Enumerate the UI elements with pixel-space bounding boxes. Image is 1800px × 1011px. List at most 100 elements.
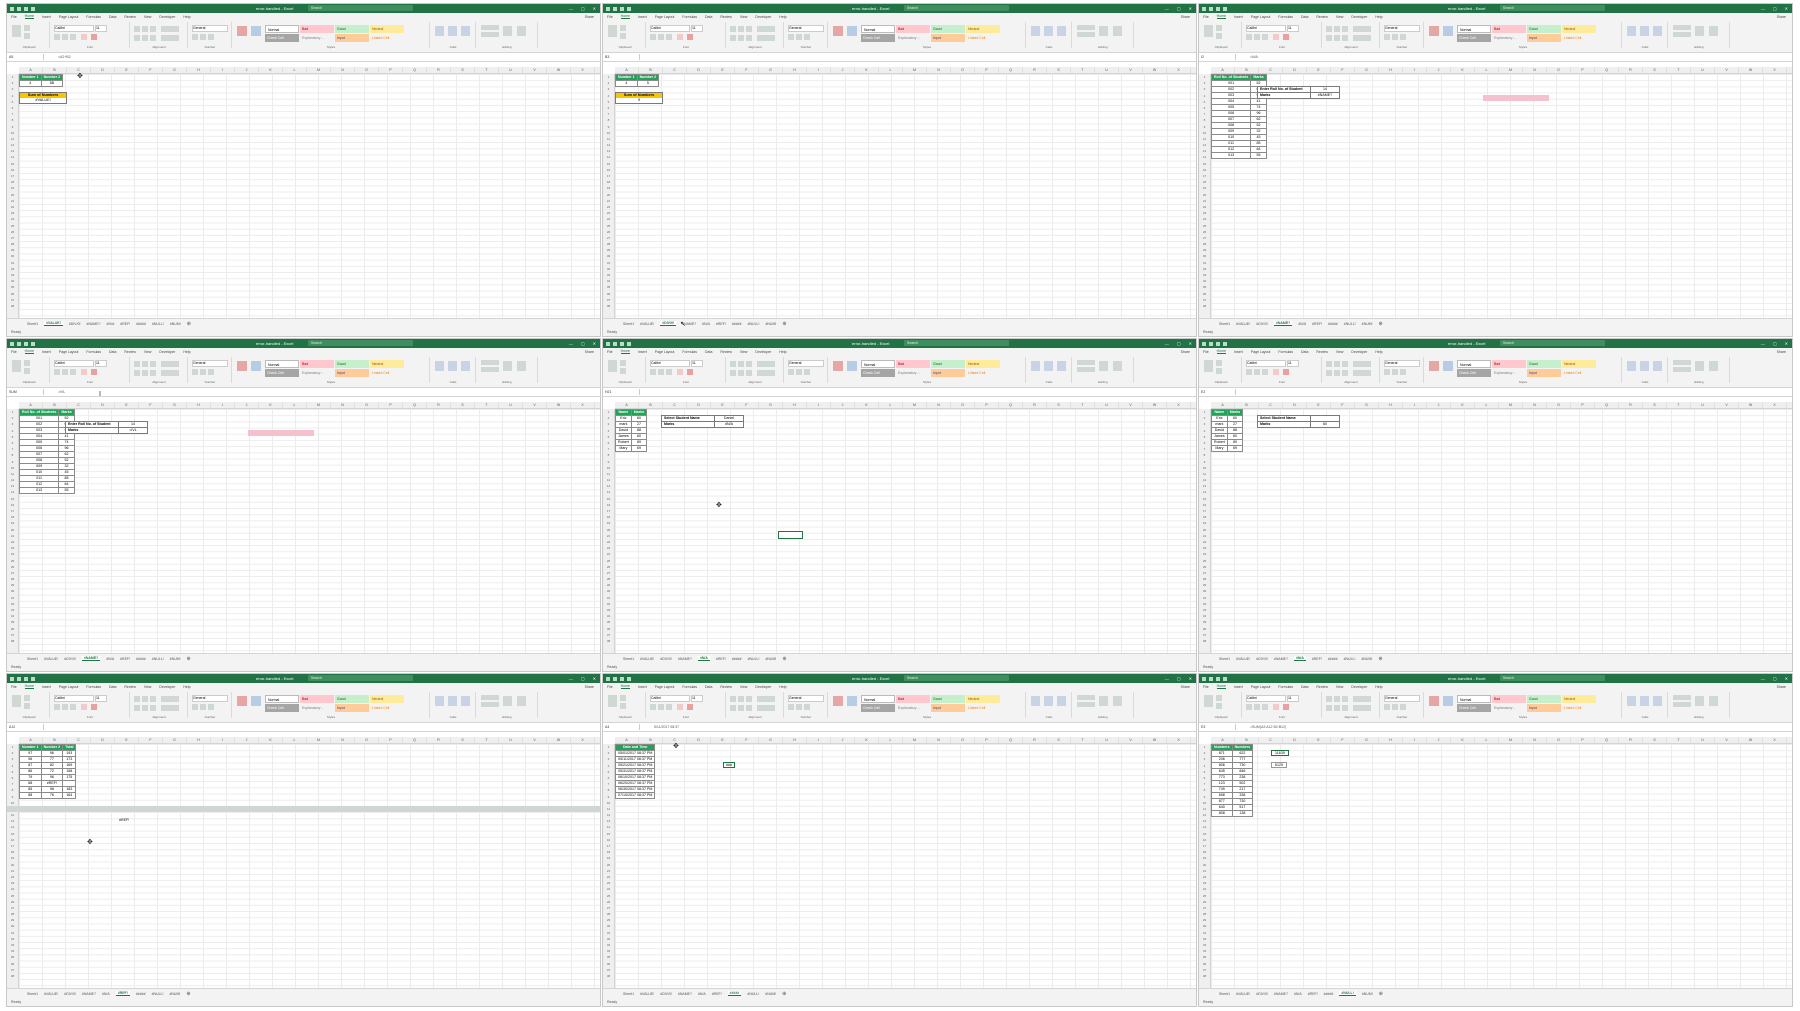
sheet-tab[interactable]: Sheet1 [27,992,38,996]
save-icon[interactable] [1209,676,1213,681]
column-letter[interactable]: M [903,67,927,73]
align-center-icon[interactable] [1334,705,1340,711]
row-number[interactable]: 38 [7,638,18,644]
sort-filter-icon[interactable] [1695,361,1704,371]
sheet-tab[interactable]: ##### [136,992,146,996]
wrap-text-icon[interactable] [1353,26,1371,32]
quick-access-toolbar[interactable] [1202,676,1227,681]
style-check-cell[interactable]: Check Cell [265,34,299,42]
autosum-icon[interactable] [481,360,499,365]
align-top-icon[interactable] [134,361,140,367]
percent-icon[interactable] [1392,704,1398,710]
conditional-formatting-icon[interactable] [1429,696,1439,706]
insert-cells-icon[interactable] [435,696,444,706]
align-bottom-icon[interactable] [746,26,752,32]
style-normal[interactable]: Normal [861,695,895,703]
cell-grid[interactable]: Numbers Numbers 871 622 206 777 806 730 645 846 77… [1211,744,1792,989]
style-bad[interactable]: Bad [300,360,334,368]
style-input[interactable]: Input [335,34,369,42]
column-letter[interactable]: G [759,67,783,73]
column-letter[interactable]: B [1235,67,1259,73]
tab-home[interactable]: Home [24,684,34,689]
style-explanatory[interactable]: Explanatory ... [896,34,930,42]
sheet-tab[interactable]: Sheet1 [27,322,38,326]
sheet-tab[interactable]: #REF! [712,992,722,996]
column-letter[interactable]: O [951,737,975,743]
cut-icon[interactable] [620,360,626,366]
paste-icon[interactable] [1204,360,1213,372]
align-right-icon[interactable] [746,370,752,376]
align-top-icon[interactable] [730,26,736,32]
fill-color-icon[interactable] [1273,704,1279,710]
table-cell[interactable]: 05/31/2017 08:37 PM [614,768,656,775]
font-size-select[interactable]: 11 [1287,360,1299,367]
comma-icon[interactable] [208,369,214,375]
table-cell[interactable]: 808 [1211,810,1233,817]
comma-icon[interactable] [208,34,214,40]
column-letter[interactable]: P [379,402,403,408]
column-letter[interactable]: B [43,737,67,743]
align-middle-icon[interactable] [142,696,148,702]
column-letter[interactable]: O [1547,737,1571,743]
undo-icon[interactable] [24,6,28,11]
close-button[interactable]: ✕ [1189,6,1192,11]
sheet-tab[interactable]: #NAME? [82,992,96,996]
align-top-icon[interactable] [730,696,736,702]
tab-data[interactable]: Data [705,350,712,354]
bold-icon[interactable] [54,704,60,710]
column-letter[interactable]: W [547,737,571,743]
currency-icon[interactable] [788,34,794,40]
find-select-icon[interactable] [517,26,526,36]
wrap-text-icon[interactable] [757,696,775,702]
redo-icon[interactable] [1223,676,1227,681]
column-header[interactable]: Number 2 [40,74,64,81]
close-button[interactable]: ✕ [1189,341,1192,346]
style-explanatory[interactable]: Explanatory ... [896,704,930,712]
column-letter[interactable]: J [831,402,855,408]
style-explanatory[interactable]: Explanatory ... [1492,34,1526,42]
column-letter[interactable]: Q [999,737,1023,743]
column-letter[interactable]: Q [403,67,427,73]
sheet-tab[interactable]: ##### [1328,322,1338,326]
merge-center-icon[interactable] [757,370,775,376]
style-normal[interactable]: Normal [861,360,895,368]
style-explanatory[interactable]: Explanatory ... [896,369,930,377]
cut-icon[interactable] [620,25,626,31]
column-letter[interactable]: T [1667,737,1691,743]
fill-color-icon[interactable] [81,704,87,710]
table-cell[interactable]: 05/11/2017 08:37 PM [614,756,656,763]
sheet-tab[interactable]: ##### [732,322,742,326]
column-letter[interactable]: J [831,67,855,73]
style-input[interactable]: Input [931,369,965,377]
wrap-text-icon[interactable] [161,361,179,367]
underline-icon[interactable] [1262,369,1268,375]
style-normal[interactable]: Normal [1457,25,1491,33]
column-letter[interactable]: W [1143,67,1167,73]
add-sheet-button[interactable]: ⊕ [1378,656,1382,662]
column-letter[interactable]: U [1691,67,1715,73]
align-middle-icon[interactable] [142,26,148,32]
sheet-tab[interactable]: #NULL! [1344,657,1356,661]
column-letter[interactable]: L [879,402,903,408]
tab-developer[interactable]: Developer [1351,15,1367,19]
font-name-select[interactable]: Calibri [650,360,690,367]
tab-insert[interactable]: Insert [1234,350,1243,354]
share-button[interactable]: Share [1181,685,1190,689]
style-linked-cell[interactable]: Linked Cell [1562,369,1596,377]
sheet-tab[interactable]: #REF! [1312,322,1322,326]
share-button[interactable]: Share [1777,685,1786,689]
column-letter[interactable]: U [1691,402,1715,408]
cell-grid[interactable]: Roll No. of StudentsMarks001520026300398… [18,409,600,654]
align-right-icon[interactable] [150,35,156,41]
save-icon[interactable] [613,6,617,11]
quick-access-toolbar[interactable] [1202,341,1227,346]
align-middle-icon[interactable] [1334,26,1340,32]
search-box[interactable]: Search [903,340,1009,346]
column-header[interactable]: Roll No. of Students [1210,74,1252,81]
column-letter[interactable]: Y [1787,402,1792,408]
copy-icon[interactable] [1216,33,1222,39]
table-cell[interactable]: 07/10/2017 08:37 PM [614,792,656,799]
tab-home[interactable]: Home [620,349,630,354]
sheet-tab[interactable]: #N/A [702,322,710,326]
align-middle-icon[interactable] [1334,361,1340,367]
